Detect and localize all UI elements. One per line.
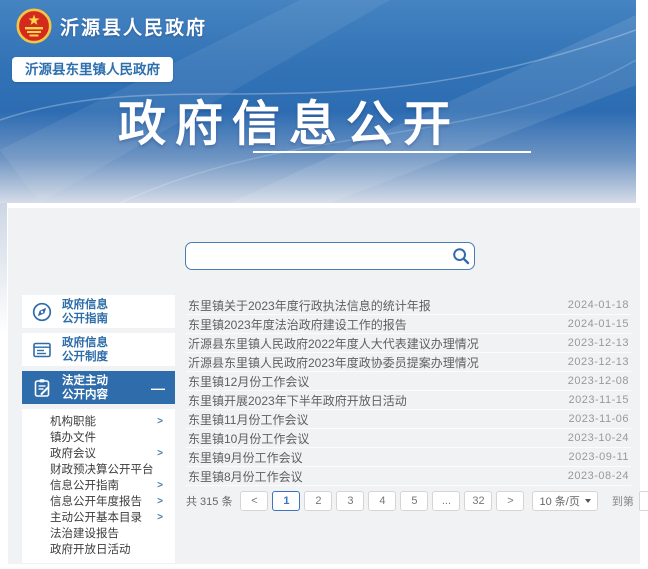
list-item-date: 2023-11-06	[569, 413, 629, 425]
brand: 沂源县人民政府	[16, 8, 207, 44]
list-item[interactable]: 东里镇11月份工作会议 2023-11-06	[186, 410, 631, 429]
list-item-date: 2023-11-15	[569, 394, 629, 406]
town-gov-badge[interactable]: 沂源县东里镇人民政府	[12, 57, 173, 82]
list-item-title[interactable]: 沂源县东里镇人民政府2023年度政协委员提案办理情况	[188, 354, 479, 371]
sidebar: 政府信息 公开指南 政府信息 公开制度	[22, 295, 175, 563]
page-header: 沂源县人民政府 沂源县东里镇人民政府 政府信息公开	[0, 0, 636, 203]
collapse-minus-icon[interactable]: —	[151, 381, 165, 395]
list-item[interactable]: 沂源县东里镇人民政府2023年度政协委员提案办理情况 2023-12-13	[186, 353, 631, 372]
pagination-page-4[interactable]: 4	[368, 491, 396, 511]
submenu-item-annual-report[interactable]: 信息公开年度报告 >	[22, 494, 175, 510]
list-item-date: 2023-10-24	[568, 432, 629, 444]
pagination-prev-button[interactable]: <	[240, 491, 268, 511]
pagination-goto: 到第 页	[612, 491, 648, 511]
list-item-title[interactable]: 东里镇关于2023年度行政执法信息的统计年报	[188, 297, 431, 314]
list-item[interactable]: 沂源县东里镇人民政府2022年度人大代表建议办理情况 2023-12-13	[186, 334, 631, 353]
compass-icon	[22, 301, 62, 323]
submenu-item-org-functions[interactable]: 机构职能 >	[22, 414, 175, 430]
goto-page-input[interactable]	[639, 491, 648, 511]
site-title: 沂源县人民政府	[60, 13, 207, 40]
list-item-date: 2023-09-11	[569, 451, 629, 463]
submenu-item-disclosure-catalog[interactable]: 主动公开基本目录 >	[22, 510, 175, 526]
list-item-date: 2023-12-13	[568, 337, 629, 349]
sidebar-item-disclosure-system[interactable]: 政府信息 公开制度	[22, 333, 175, 366]
chevron-right-icon: >	[157, 446, 163, 462]
chevron-right-icon: >	[157, 510, 163, 526]
list-item-title[interactable]: 东里镇10月份工作会议	[188, 430, 309, 447]
pagination-page-5[interactable]: 5	[400, 491, 428, 511]
list-item[interactable]: 东里镇10月份工作会议 2023-10-24	[186, 429, 631, 448]
pagination-next-button[interactable]: >	[496, 491, 524, 511]
list-item-title[interactable]: 东里镇12月份工作会议	[188, 373, 309, 390]
list-item[interactable]: 东里镇12月份工作会议 2023-12-08	[186, 372, 631, 391]
search-bar	[185, 242, 475, 270]
pagination-page-3[interactable]: 3	[336, 491, 364, 511]
list-item-date: 2023-12-13	[568, 356, 629, 368]
pagination-total: 共 315 条	[186, 493, 232, 509]
clipboard-icon	[22, 377, 62, 399]
submenu-item-budget-platform[interactable]: 财政预决算公开平台	[22, 462, 175, 478]
list-item[interactable]: 东里镇关于2023年度行政执法信息的统计年报 2024-01-18	[186, 296, 631, 315]
submenu-item-info-guide[interactable]: 信息公开指南 >	[22, 478, 175, 494]
chevron-down-icon	[585, 499, 591, 503]
pagination-ellipsis[interactable]: ...	[432, 491, 460, 511]
search-input[interactable]	[196, 245, 448, 267]
chevron-right-icon: >	[157, 494, 163, 510]
list-item-date: 2023-08-24	[568, 470, 629, 482]
page-size-select[interactable]: 10 条/页	[532, 491, 597, 511]
document-list: 东里镇关于2023年度行政执法信息的统计年报 2024-01-18 东里镇202…	[186, 296, 631, 486]
list-item[interactable]: 东里镇9月份工作会议 2023-09-11	[186, 448, 631, 467]
chevron-right-icon: >	[157, 478, 163, 494]
submenu-item-gov-meetings[interactable]: 政府会议 >	[22, 446, 175, 462]
list-item[interactable]: 东里镇开展2023年下半年政府开放日活动 2023-11-15	[186, 391, 631, 410]
pagination-page-32[interactable]: 32	[464, 491, 492, 511]
title-underline	[253, 151, 531, 153]
sidebar-item-disclosure-guide[interactable]: 政府信息 公开指南	[22, 295, 175, 328]
chevron-right-icon: >	[157, 414, 163, 430]
search-icon[interactable]	[448, 244, 474, 268]
list-item[interactable]: 东里镇8月份工作会议 2023-08-24	[186, 467, 631, 486]
document-icon	[22, 339, 62, 361]
list-item-title[interactable]: 东里镇2023年度法治政府建设工作的报告	[188, 316, 407, 333]
content-area: 政府信息 公开指南 政府信息 公开制度	[8, 208, 640, 564]
header-left-fade	[0, 203, 7, 333]
list-item[interactable]: 东里镇2023年度法治政府建设工作的报告 2024-01-15	[186, 315, 631, 334]
list-item-date: 2024-01-18	[568, 299, 629, 311]
list-item-date: 2023-12-08	[568, 375, 629, 387]
sidebar-submenu: 机构职能 > 镇办文件 政府会议 > 财政预决算公开平台 信息公开指南	[22, 409, 175, 563]
submenu-item-open-day[interactable]: 政府开放日活动	[22, 542, 175, 558]
page: 沂源县人民政府 沂源县东里镇人民政府 政府信息公开	[0, 0, 648, 569]
national-emblem-icon	[16, 8, 52, 44]
submenu-item-law-report[interactable]: 法治建设报告	[22, 526, 175, 542]
sidebar-item-label: 法定主动 公开内容	[62, 374, 108, 402]
list-item-title[interactable]: 东里镇8月份工作会议	[188, 468, 303, 485]
list-item-title[interactable]: 东里镇11月份工作会议	[188, 411, 308, 428]
list-item-date: 2024-01-15	[568, 318, 629, 330]
sidebar-item-label: 政府信息 公开指南	[62, 298, 108, 326]
list-item-title[interactable]: 东里镇开展2023年下半年政府开放日活动	[188, 392, 407, 409]
submenu-item-town-documents[interactable]: 镇办文件	[22, 430, 175, 446]
page-title: 政府信息公开	[118, 84, 460, 154]
sidebar-item-statutory-disclosure[interactable]: 法定主动 公开内容 —	[22, 371, 175, 404]
sidebar-item-label: 政府信息 公开制度	[62, 336, 108, 364]
list-item-title[interactable]: 东里镇9月份工作会议	[188, 449, 303, 466]
pagination-page-1[interactable]: 1	[272, 491, 300, 511]
pagination-page-2[interactable]: 2	[304, 491, 332, 511]
list-item-title[interactable]: 沂源县东里镇人民政府2022年度人大代表建议办理情况	[188, 335, 479, 352]
pagination: 共 315 条 < 1 2 3 4 5 ... 32 > 10 条/页 到第 页…	[186, 491, 638, 511]
